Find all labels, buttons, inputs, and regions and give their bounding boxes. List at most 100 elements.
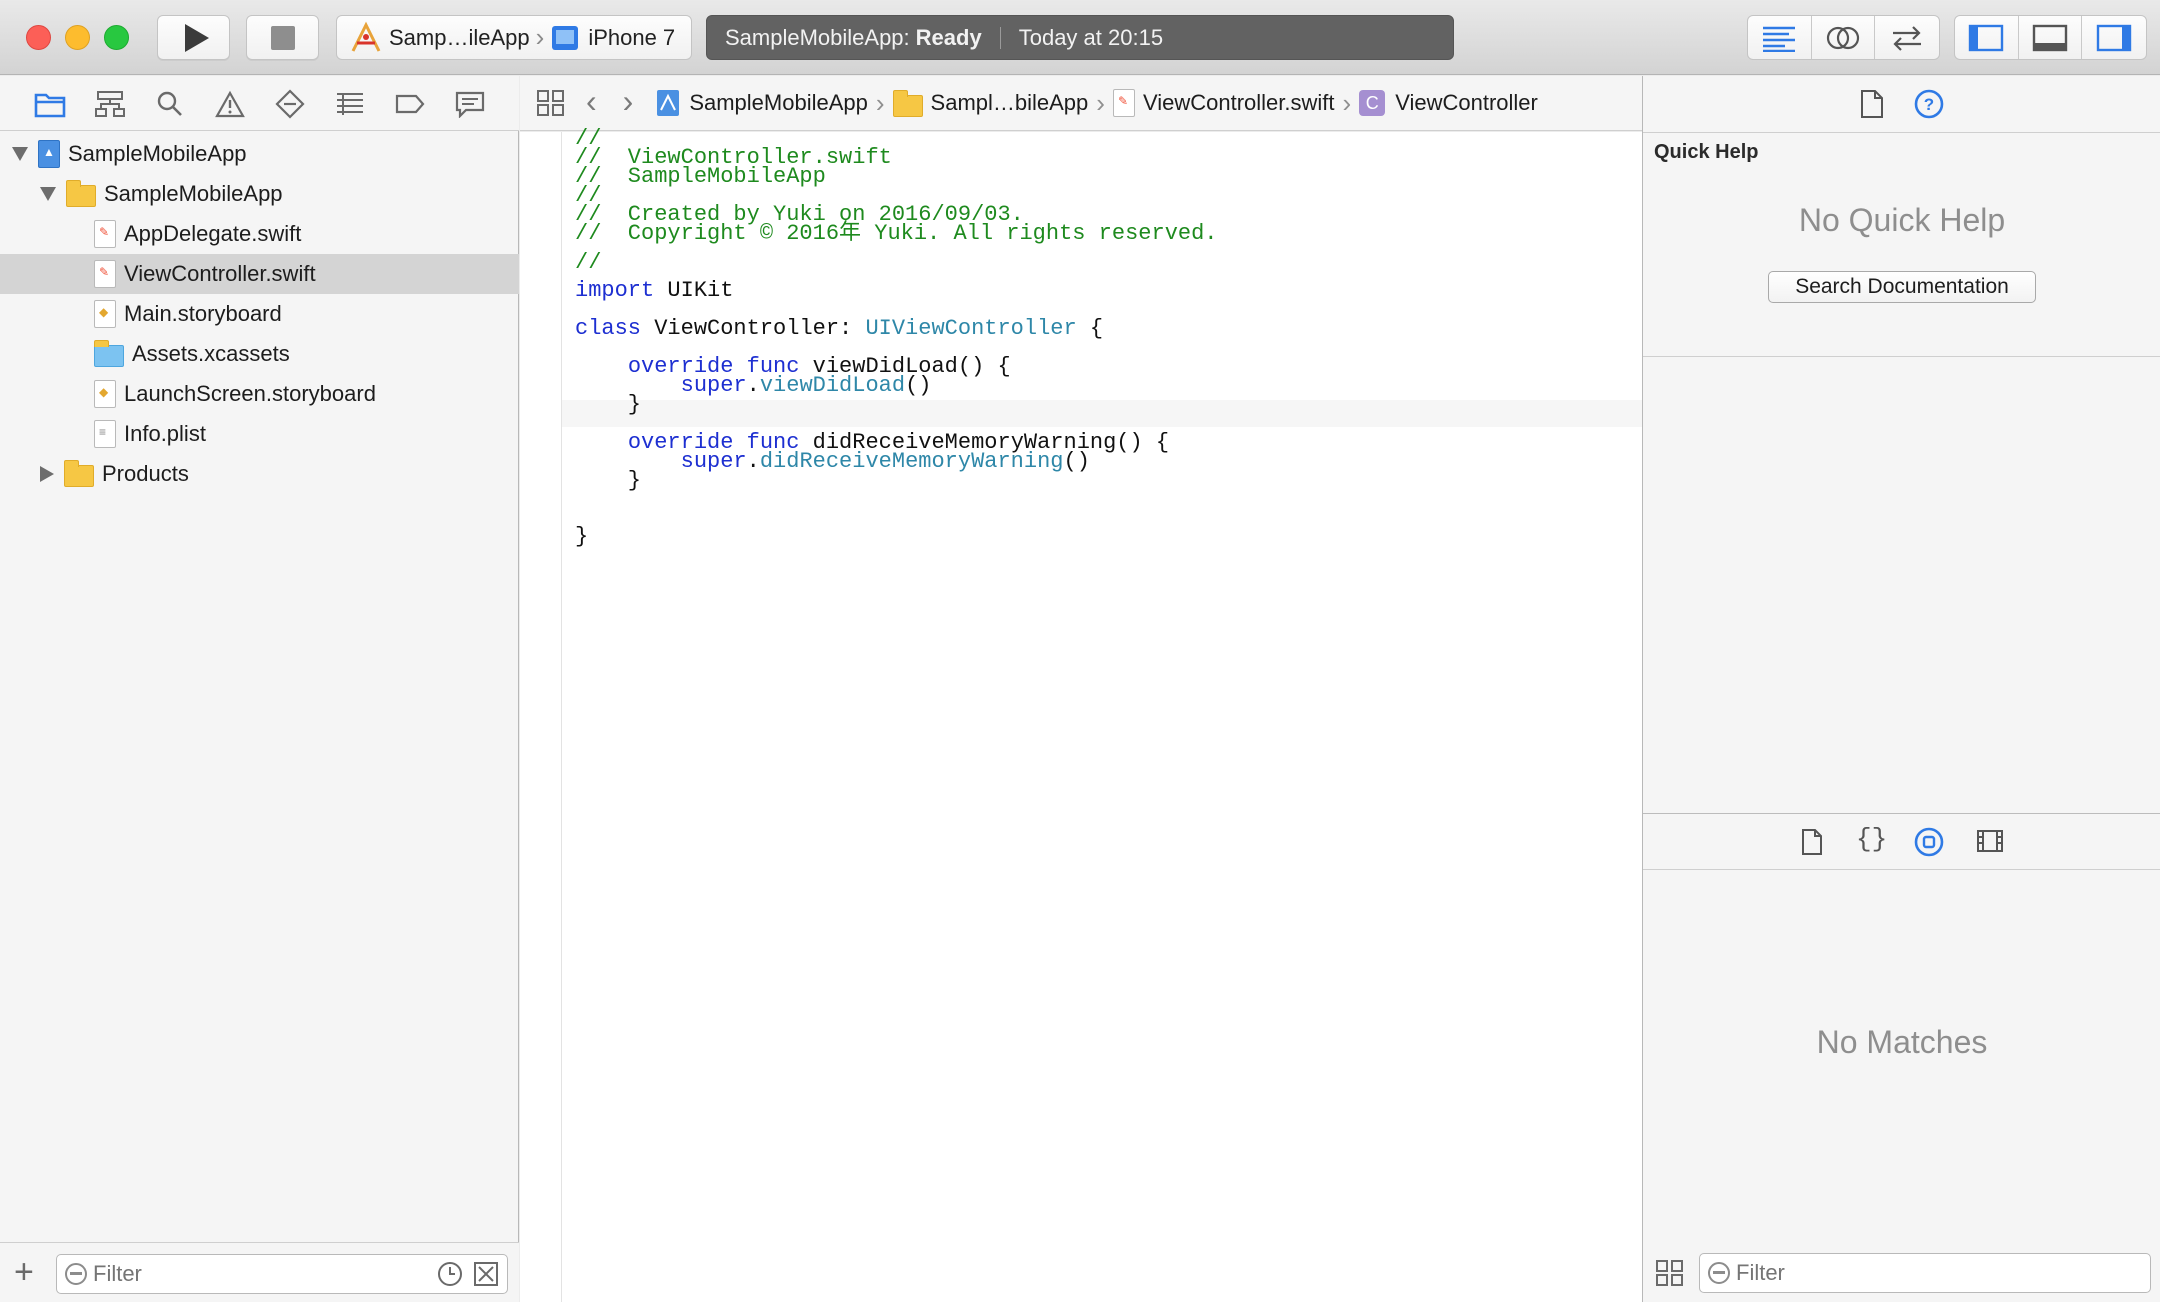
library-filter-field[interactable] bbox=[1699, 1253, 2151, 1293]
activity-status-bar: SampleMobileApp: Ready Today at 20:15 bbox=[706, 15, 1454, 60]
tree-row-label: AppDelegate.swift bbox=[124, 221, 302, 246]
code-token: } bbox=[575, 524, 589, 549]
file-template-icon[interactable] bbox=[1800, 828, 1824, 856]
tab-symbol-navigator[interactable] bbox=[92, 86, 128, 122]
status-divider bbox=[999, 26, 1001, 49]
standard-editor-icon bbox=[1763, 26, 1796, 52]
library-filter-input[interactable] bbox=[1736, 1260, 2116, 1286]
file-inspector-icon[interactable] bbox=[1859, 89, 1885, 119]
iphone-device-icon bbox=[552, 25, 579, 50]
recent-files-clock-icon[interactable] bbox=[437, 1261, 463, 1287]
tab-issue-navigator[interactable] bbox=[212, 86, 248, 122]
panel-visibility-segmented-control bbox=[1954, 15, 2147, 60]
code-snippet-icon[interactable]: {} bbox=[1856, 824, 1887, 854]
object-library-icon[interactable] bbox=[1913, 826, 1945, 858]
project-navigator: ▲ SampleMobileApp SampleMobileApp ✎ AppDeleg… bbox=[0, 76, 519, 1302]
code-line: } bbox=[575, 524, 588, 550]
class-c-icon: C bbox=[1359, 90, 1386, 116]
disclosure-open-icon[interactable] bbox=[40, 187, 56, 201]
code-token: // SampleMobileApp bbox=[575, 164, 826, 189]
add-file-button[interactable]: + bbox=[14, 1255, 34, 1289]
filter-icon bbox=[65, 1263, 87, 1285]
assistant-editor-icon bbox=[1826, 26, 1860, 49]
scheme-name: Samp…ileApp bbox=[389, 24, 530, 50]
code-token: super bbox=[680, 373, 747, 398]
split-divider[interactable] bbox=[1643, 813, 2160, 814]
tab-find-navigator[interactable] bbox=[152, 86, 188, 122]
source-editor[interactable]: //// ViewController.swift// SampleMobile… bbox=[520, 126, 1642, 1302]
current-line-highlight bbox=[562, 400, 1642, 427]
forward-arrow-icon[interactable]: › bbox=[623, 83, 634, 120]
chevron-right-icon: › bbox=[875, 87, 885, 118]
tree-row[interactable]: ◆ Main.storyboard bbox=[0, 294, 519, 334]
crumb-file[interactable]: ViewController.swift bbox=[1143, 90, 1335, 116]
code-token: class bbox=[575, 316, 642, 341]
navigator-filter-bar: + bbox=[0, 1242, 519, 1302]
tab-test-navigator[interactable] bbox=[272, 86, 308, 122]
navigator-filter-input[interactable] bbox=[93, 1261, 413, 1287]
quick-help-icon[interactable]: ? bbox=[1913, 88, 1945, 120]
tree-row[interactable]: Assets.xcassets bbox=[0, 334, 519, 374]
crumb-group[interactable]: Sampl…bileApp bbox=[931, 90, 1089, 116]
tree-row-label: Assets.xcassets bbox=[132, 341, 290, 366]
stop-button[interactable] bbox=[246, 15, 319, 60]
tree-row-label: Info.plist bbox=[124, 421, 206, 446]
disclosure-open-icon[interactable] bbox=[12, 147, 28, 161]
bottom-panel-icon bbox=[2032, 24, 2068, 51]
hierarchy-icon bbox=[95, 91, 125, 117]
source-control-filter-icon[interactable] bbox=[473, 1261, 499, 1287]
storyboard-file-icon: ◆ bbox=[94, 300, 116, 328]
tab-report-navigator[interactable] bbox=[452, 86, 488, 122]
scheme-selector[interactable]: Samp…ileApp › iPhone 7 bbox=[336, 15, 692, 60]
disclosure-closed-icon[interactable] bbox=[40, 466, 54, 482]
grid-view-icon[interactable] bbox=[1655, 1259, 1685, 1287]
tree-row[interactable]: SampleMobileApp bbox=[0, 174, 519, 214]
right-panel-icon bbox=[2096, 24, 2132, 51]
code-token: } bbox=[575, 468, 642, 493]
filter-icon bbox=[1708, 1262, 1730, 1284]
search-documentation-button[interactable]: Search Documentation bbox=[1768, 271, 2036, 303]
toggle-navigator-button[interactable] bbox=[1955, 16, 2019, 59]
crumb-symbol[interactable]: ViewController bbox=[1395, 90, 1538, 116]
tree-row[interactable]: ▲ SampleMobileApp bbox=[0, 134, 519, 174]
debug-gauge-icon bbox=[337, 93, 363, 115]
editor-mode-segmented-control bbox=[1747, 15, 1940, 60]
project-file-icon bbox=[657, 90, 680, 116]
tree-row[interactable]: Products bbox=[0, 454, 519, 494]
back-arrow-icon[interactable]: ‹ bbox=[586, 83, 597, 120]
code-line: import UIKit bbox=[575, 278, 733, 304]
related-items-grid-icon[interactable] bbox=[536, 89, 566, 117]
tab-breakpoint-navigator[interactable] bbox=[392, 86, 428, 122]
folder-icon bbox=[64, 460, 94, 487]
tree-row[interactable]: ✎ ViewController.swift bbox=[0, 254, 519, 294]
toggle-debug-area-button[interactable] bbox=[2019, 16, 2083, 59]
run-button[interactable] bbox=[157, 15, 230, 60]
standard-editor-button[interactable] bbox=[1748, 16, 1812, 59]
version-editor-button[interactable] bbox=[1875, 16, 1939, 59]
media-library-icon[interactable] bbox=[1976, 829, 2004, 855]
line-gutter[interactable] bbox=[520, 132, 562, 1302]
code-token: super bbox=[680, 449, 747, 474]
assistant-editor-button[interactable] bbox=[1812, 16, 1876, 59]
tree-row[interactable]: ≡ Info.plist bbox=[0, 414, 519, 454]
window-zoom-button[interactable] bbox=[104, 25, 129, 50]
tab-debug-navigator[interactable] bbox=[332, 86, 368, 122]
tree-row[interactable]: ◆ LaunchScreen.storyboard bbox=[0, 374, 519, 414]
crumb-project[interactable]: SampleMobileApp bbox=[689, 90, 868, 116]
tree-row[interactable]: ✎ AppDelegate.swift bbox=[0, 214, 519, 254]
window-close-button[interactable] bbox=[26, 25, 51, 50]
device-name: iPhone 7 bbox=[588, 24, 676, 50]
navigator-filter-field[interactable] bbox=[56, 1254, 508, 1294]
code-line: // SampleMobileApp bbox=[575, 164, 826, 190]
window-minimize-button[interactable] bbox=[65, 25, 90, 50]
toggle-inspector-button[interactable] bbox=[2082, 16, 2146, 59]
status-timestamp: Today at 20:15 bbox=[1018, 24, 1164, 50]
project-file-icon: ▲ bbox=[38, 140, 60, 168]
tree-row-label: Products bbox=[102, 461, 189, 486]
chevron-right-icon: › bbox=[1342, 87, 1352, 118]
no-quick-help-label: No Quick Help bbox=[1798, 202, 2006, 238]
xcode-app-icon bbox=[351, 21, 381, 52]
speech-bubble-icon bbox=[455, 91, 485, 118]
tab-project-navigator[interactable] bbox=[32, 86, 68, 122]
code-token: // Copyright © 2016年 Yuki. All rights re… bbox=[575, 221, 1218, 246]
